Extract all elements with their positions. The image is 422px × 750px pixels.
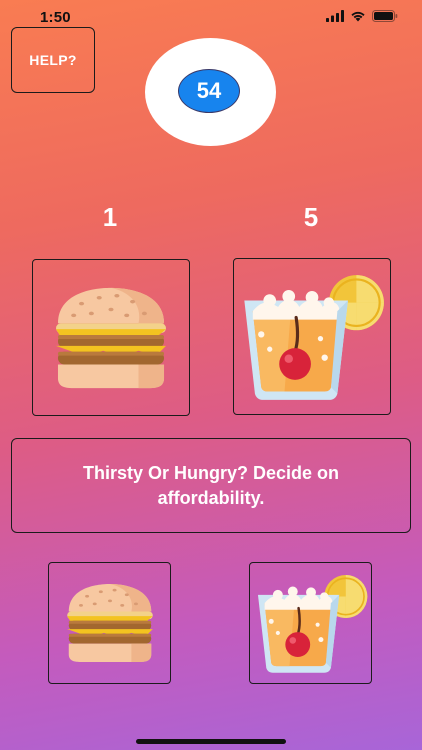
drink-icon: [253, 573, 369, 673]
wifi-icon: [350, 9, 366, 27]
item-card-drink-top[interactable]: [233, 258, 391, 415]
battery-icon: [372, 9, 398, 27]
timer-badge: 54: [178, 69, 240, 113]
status-time: 1:50: [40, 9, 71, 26]
item-card-burger-top[interactable]: [32, 259, 190, 416]
item-card-burger-bottom[interactable]: [48, 562, 171, 684]
price-right: 5: [303, 202, 319, 232]
item-card-drink-bottom[interactable]: [249, 562, 372, 684]
help-button[interactable]: HELP?: [11, 27, 95, 93]
burger-icon: [64, 581, 156, 665]
timer-oval: 54: [145, 38, 276, 146]
price-left: 1: [102, 202, 118, 232]
prompt-message: Thirsty Or Hungry? Decide on affordabili…: [11, 438, 411, 533]
home-indicator[interactable]: [136, 739, 286, 744]
drink-icon: [238, 273, 386, 400]
signal-icon: [326, 9, 344, 27]
burger-icon: [52, 284, 170, 392]
status-icons: [326, 9, 398, 27]
